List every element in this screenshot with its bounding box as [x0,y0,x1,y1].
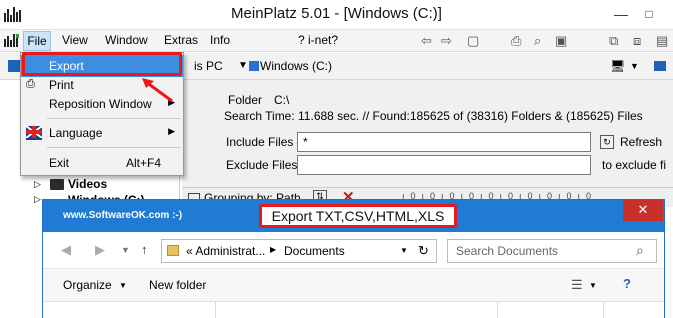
exit-label: Exit [49,156,70,170]
menu-app-icon [4,34,20,47]
refresh-button[interactable]: Refresh [620,135,662,149]
crumb-separator-icon: ▶ [270,245,277,254]
uk-flag-icon [25,125,43,140]
pointer-arrow-icon [140,76,176,106]
search-icon[interactable]: ⌕ [534,33,541,49]
exclude-hint: to exclude fi [602,158,667,172]
new-folder-button[interactable]: New folder [149,278,206,292]
refresh-icon[interactable]: ↻ [600,135,614,149]
reposition-label: Reposition Window [49,97,152,111]
settings-icon[interactable]: ▣ [555,33,567,49]
exclude-files-input[interactable] [297,155,591,175]
page-icon[interactable]: ▢ [467,33,479,49]
submenu-arrow-icon: ▶ [168,126,175,136]
path-crumb-administrator[interactable]: « Administrat... [186,244,265,258]
column-divider [497,302,498,318]
up-arrow-icon[interactable]: ↑ [141,242,148,257]
dialog-toolbar: Organize ▼ New folder ☰ ▼ ? [43,268,664,302]
drive-icon-right [654,61,666,71]
dialog-nav-bar: ◀ ▶ ▼ ↑ « Administrat... ▶ Documents ▼ ↻… [43,232,664,268]
include-files-label: Include Files [226,135,294,149]
back-icon[interactable]: ◀ [61,242,71,258]
minimize-button[interactable]: — [610,3,632,25]
menu-bar: File View Window Extras Info ? i-net? ⇦ … [0,30,673,52]
computer-icon[interactable]: 🖥 [610,59,625,73]
dropdown-arrow-icon[interactable]: ▼ [630,61,639,71]
folder-icon [167,245,179,256]
export-dialog: www.SoftwareOK.com :-) Export TXT,CSV,HT… [42,199,665,318]
menu-help[interactable]: ? i-net? [298,33,338,47]
dialog-close-button[interactable]: ✕ [623,200,663,221]
window-tile-icon[interactable]: ⧉ [609,33,618,49]
print-label: Print [49,78,74,92]
view-dropdown-icon[interactable]: ▼ [589,281,597,290]
recent-dropdown-icon[interactable]: ▼ [121,245,130,255]
language-label: Language [49,126,103,140]
column-divider [603,302,604,318]
folder-label: Folder [228,93,263,107]
videos-folder-icon [50,179,64,190]
refresh-icon[interactable]: ↻ [418,243,429,259]
dialog-path-bar[interactable]: « Administrat... ▶ Documents ▼ ↻ [161,239,437,263]
title-bar: MeinPlatz 5.01 - [Windows (C:)] — □ [0,0,673,30]
folder-value: C:\ [274,93,290,107]
drive-crumb[interactable]: Windows (C:) [260,59,332,73]
search-icon: ⌕ [636,242,644,258]
file-list-header [43,302,664,318]
search-placeholder: Search Documents [456,244,559,258]
exit-shortcut: Alt+F4 [125,156,161,170]
window-close-icon[interactable]: ▤ [656,33,668,49]
view-options-icon[interactable]: ☰ [571,277,583,293]
menu-divider [47,118,181,119]
forward-icon[interactable]: ▶ [95,242,105,258]
dialog-title: Export TXT,CSV,HTML,XLS [259,204,457,228]
path-dropdown-icon[interactable]: ▼ [400,246,408,255]
menu-item-language[interactable]: Language ▶ [21,122,183,144]
menu-window[interactable]: Window [105,33,148,47]
drive-icon [249,61,259,71]
menu-divider [47,147,181,148]
organize-dropdown-icon[interactable]: ▼ [119,281,127,290]
printer-icon[interactable]: ⎙ [511,33,521,49]
tree-expand-icon[interactable]: ▷ [34,194,41,205]
view-icon[interactable] [8,60,20,72]
watermark: www.SoftwareOK.com :-) [63,210,183,221]
include-files-input[interactable]: * [297,132,591,152]
chevron-down-icon[interactable]: ▼ [238,60,248,71]
this-pc-crumb[interactable]: is PC [194,59,223,73]
forward-arrow-icon[interactable]: ⇨ [441,33,452,49]
tree-expand-icon[interactable]: ▷ [34,179,41,190]
menu-view[interactable]: View [62,33,88,47]
export-highlight-box [22,52,182,76]
maximize-button[interactable]: □ [638,3,660,25]
search-stats: Search Time: 11.688 sec. // Found:185625… [224,109,643,123]
tree-item-videos[interactable]: Videos [68,177,107,191]
window-cascade-icon[interactable]: ⧈ [633,33,641,49]
dialog-title-bar: www.SoftwareOK.com :-) Export TXT,CSV,HT… [43,200,664,232]
help-icon[interactable]: ? [623,276,631,291]
back-arrow-icon[interactable]: ⇦ [421,33,432,49]
printer-icon: ⎙ [26,78,35,90]
column-divider [215,302,216,318]
window-title: MeinPlatz 5.01 - [Windows (C:)] [231,5,442,22]
menu-info[interactable]: Info [210,33,230,47]
organize-button[interactable]: Organize [63,278,112,292]
exclude-files-label: Exclude Files [226,158,298,172]
menu-item-exit[interactable]: Exit Alt+F4 [21,152,183,174]
menu-extras[interactable]: Extras [164,33,198,47]
menu-file[interactable]: File [23,31,51,51]
path-crumb-documents[interactable]: Documents [284,244,345,258]
dialog-search-input[interactable]: Search Documents ⌕ [447,239,657,263]
